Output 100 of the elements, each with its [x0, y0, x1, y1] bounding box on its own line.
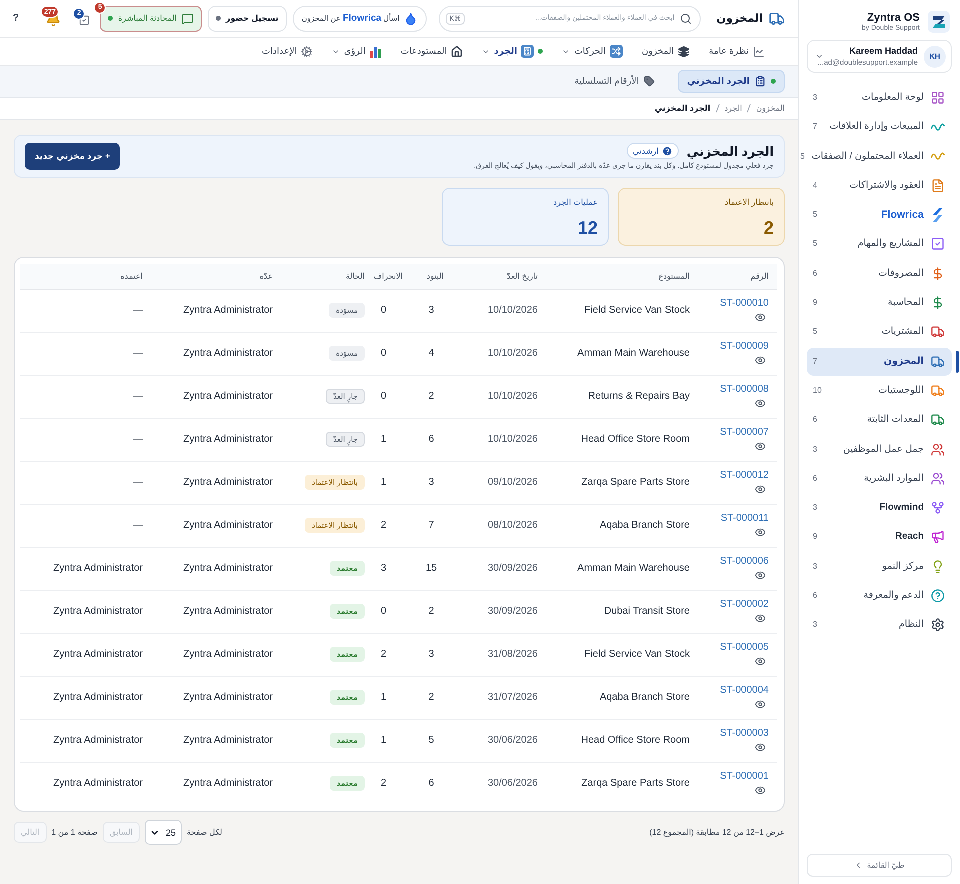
- table-cell: 30/09/2026: [452, 590, 546, 633]
- page-title: الجرد المخزني: [686, 144, 774, 158]
- record-link[interactable]: ST-000004: [720, 685, 769, 696]
- user-name: Kareem Haddad: [849, 46, 918, 56]
- sub-tab[interactable]: الأرقام التسلسلية: [566, 70, 664, 93]
- checkbox-icon: [79, 14, 90, 26]
- record-link[interactable]: ST-000005: [720, 642, 769, 653]
- dollar-icon: [931, 296, 945, 310]
- table-cell: 1: [373, 719, 411, 762]
- nav-tab[interactable]: الإعدادات: [260, 40, 316, 62]
- eye-icon[interactable]: [755, 742, 766, 753]
- column-header: الرقم: [698, 264, 777, 289]
- table-cell: Returns & Repairs Bay: [546, 375, 698, 418]
- table-cell: Field Service Van Stock: [546, 289, 698, 332]
- eye-icon[interactable]: [755, 312, 766, 323]
- table-cell: Zyntra Administrator: [20, 547, 151, 590]
- table-cell: 0: [373, 289, 411, 332]
- nav-tab[interactable]: المخزون: [640, 40, 692, 62]
- table-cell: Zyntra Administrator: [151, 504, 281, 547]
- help-button[interactable]: ?: [10, 13, 22, 24]
- eye-icon[interactable]: [755, 613, 766, 624]
- eye-icon[interactable]: [755, 656, 766, 667]
- nav-tab[interactable]: المستودعات: [398, 40, 466, 62]
- sidebar-item[interactable]: 9 Reach: [807, 523, 952, 552]
- truck-icon: [769, 10, 785, 26]
- sidebar-item[interactable]: 3 Flowmind: [807, 494, 952, 522]
- dollar-icon: [931, 266, 945, 281]
- wave-icon: [931, 152, 945, 161]
- nav-tab[interactable]: نظرة عامة: [707, 40, 767, 62]
- table-cell: —: [20, 375, 151, 418]
- item-count: 6: [813, 590, 818, 602]
- table-cell: 2: [411, 676, 452, 719]
- guide-button[interactable]: أرشدني: [626, 143, 679, 159]
- eye-icon[interactable]: [755, 484, 766, 495]
- active-indicator: [956, 350, 959, 373]
- record-link[interactable]: ST-000011: [720, 513, 769, 524]
- document-icon: [931, 178, 945, 193]
- sidebar-item[interactable]: 5 Flowrica: [807, 201, 952, 230]
- table-cell: Zyntra Administrator: [151, 676, 281, 719]
- branch-icon: [931, 501, 945, 516]
- column-header: اعتمده: [20, 264, 151, 289]
- table-cell: Amman Main Warehouse: [546, 547, 698, 590]
- per-page-select[interactable]: 25: [145, 820, 182, 845]
- record-link[interactable]: ST-000010: [720, 298, 769, 309]
- table-cell: Zyntra Administrator: [151, 547, 281, 590]
- collapse-menu-button[interactable]: طيّ القائمة: [807, 854, 952, 877]
- table-cell: Head Office Store Room: [546, 418, 698, 461]
- nav-tab[interactable]: الرؤى: [330, 40, 384, 62]
- check-in-button[interactable]: تسجيل حضور: [208, 6, 287, 32]
- table-cell: 7: [411, 504, 452, 547]
- record-link[interactable]: ST-000007: [720, 427, 769, 438]
- eye-icon[interactable]: [755, 441, 766, 452]
- item-count: 7: [813, 121, 818, 134]
- record-link[interactable]: ST-000006: [720, 556, 769, 567]
- logo-icon: [931, 208, 945, 222]
- shuffle-icon: [610, 45, 623, 58]
- table-cell: —: [20, 461, 151, 504]
- table-cell: 2: [373, 762, 411, 805]
- sub-tab[interactable]: الجرد المخزني: [678, 70, 785, 93]
- stat-label: عمليات الجرد: [554, 198, 598, 207]
- eye-icon[interactable]: [755, 785, 766, 796]
- table-cell: 3: [411, 289, 452, 332]
- record-link[interactable]: ST-000003: [720, 728, 769, 739]
- table-cell: 10/10/2026: [452, 332, 546, 375]
- table-cell: 3: [373, 547, 411, 590]
- logo-icon: [928, 11, 950, 33]
- breadcrumb-link[interactable]: المخزون: [756, 104, 785, 113]
- item-count: 3: [813, 502, 818, 514]
- table-cell: 5: [411, 719, 452, 762]
- item-count: 5: [813, 209, 818, 222]
- record-link[interactable]: ST-000001: [720, 771, 769, 782]
- column-header: المستودع: [546, 264, 698, 289]
- eye-icon[interactable]: [755, 527, 766, 538]
- table-cell: Zyntra Administrator: [151, 762, 281, 805]
- stat-value: 2: [764, 218, 774, 239]
- new-count-button[interactable]: + جرد مخزني جديد: [25, 143, 120, 170]
- table-cell: Field Service Van Stock: [546, 633, 698, 676]
- settings-icon: [931, 618, 945, 632]
- record-link[interactable]: ST-000008: [720, 384, 769, 395]
- item-count: 5: [813, 238, 818, 250]
- eye-icon[interactable]: [755, 699, 766, 710]
- table-cell: 30/06/2026: [452, 719, 546, 762]
- table-cell: 6: [411, 418, 452, 461]
- calculator-icon: [521, 45, 534, 58]
- eye-icon[interactable]: [755, 355, 766, 366]
- droplet-icon: [404, 12, 418, 26]
- breadcrumb-link[interactable]: الجرد: [724, 104, 742, 113]
- nav-tab[interactable]: الجرد: [480, 40, 546, 62]
- table-cell: Zyntra Administrator: [20, 719, 151, 762]
- record-link[interactable]: ST-000012: [720, 470, 769, 481]
- nav-tab[interactable]: الحركات: [560, 40, 625, 62]
- eye-icon[interactable]: [755, 398, 766, 409]
- record-link[interactable]: ST-000009: [720, 341, 769, 352]
- truck-icon: [931, 413, 945, 428]
- eye-icon[interactable]: [755, 570, 766, 581]
- table-cell: 08/10/2026: [452, 504, 546, 547]
- breadcrumb-current: الجرد المخزني: [654, 104, 711, 113]
- item-count: 6: [813, 268, 818, 280]
- record-link[interactable]: ST-000002: [720, 599, 769, 610]
- table-cell: 15: [411, 547, 452, 590]
